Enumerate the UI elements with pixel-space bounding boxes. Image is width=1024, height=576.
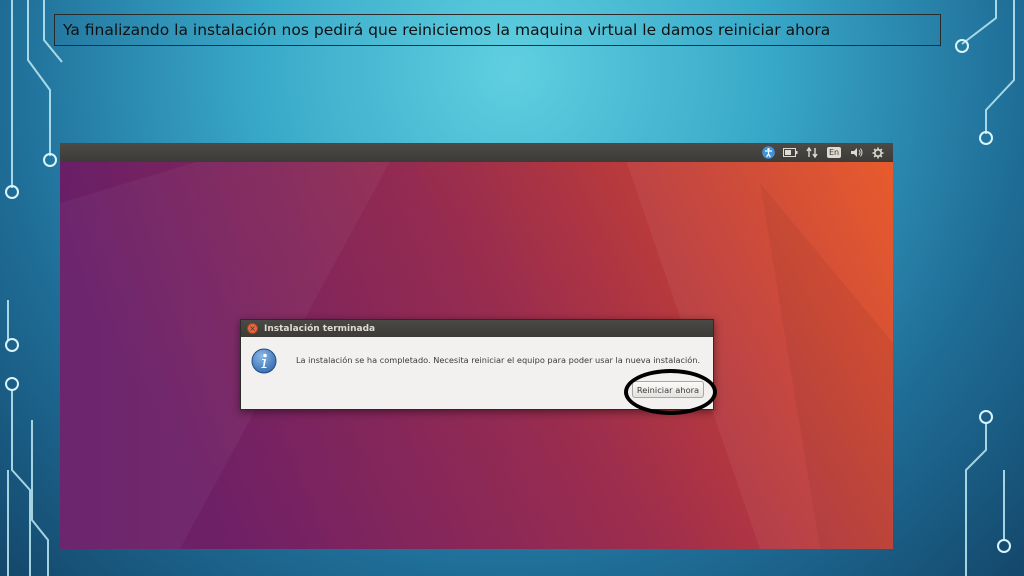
dialog-titlebar: × Instalación terminada <box>241 320 713 337</box>
keyboard-language-indicator[interactable]: En <box>825 145 843 161</box>
dialog-title: Instalación terminada <box>264 323 376 334</box>
close-icon[interactable]: × <box>247 323 258 334</box>
battery-icon[interactable] <box>781 145 799 161</box>
info-icon <box>251 348 277 374</box>
restart-now-button[interactable]: Reiniciar ahora <box>632 381 704 398</box>
top-panel: En <box>60 143 893 162</box>
network-arrows-icon[interactable] <box>803 145 821 161</box>
volume-icon[interactable] <box>847 145 865 161</box>
installation-complete-dialog: × Instalación terminada La instalación s… <box>240 319 714 410</box>
accessibility-icon[interactable] <box>759 145 777 161</box>
ubuntu-desktop-screenshot: En × Instalación terminada La instalació… <box>60 143 893 549</box>
slide-caption: Ya finalizando la instalación nos pedirá… <box>54 14 941 46</box>
settings-gear-icon[interactable] <box>869 145 887 161</box>
language-label: En <box>826 147 842 158</box>
dialog-message: La instalación se ha completado. Necesit… <box>296 355 701 365</box>
